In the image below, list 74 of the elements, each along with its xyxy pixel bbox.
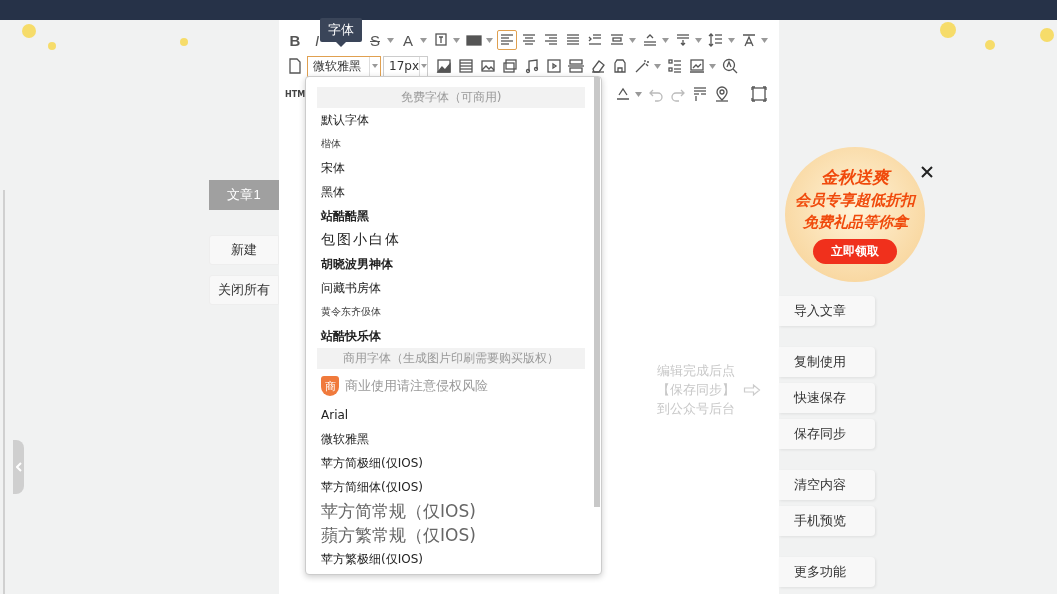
action-button[interactable]: 清空内容 [779, 470, 875, 500]
section-header: 商用字体（生成图片印刷需要购买版权） [317, 348, 585, 369]
bold-button[interactable]: B [285, 30, 305, 50]
strikethrough-button[interactable]: S [365, 30, 385, 50]
caret-icon[interactable] [453, 37, 460, 43]
video-icon[interactable] [544, 56, 564, 76]
font-option[interactable]: 站酷酷黑 [317, 204, 585, 228]
caret-icon[interactable] [372, 64, 378, 68]
font-option[interactable]: Arial [317, 403, 585, 427]
flower-drawing [940, 22, 956, 38]
caret-icon[interactable] [662, 37, 669, 43]
caret-icon[interactable] [420, 37, 427, 43]
close-all-button[interactable]: 关闭所有 [209, 275, 279, 305]
font-option[interactable]: 宋体 [317, 156, 585, 180]
images-icon[interactable] [500, 56, 520, 76]
font-option[interactable]: 默认字体 [317, 108, 585, 132]
action-button[interactable]: 手机预览 [779, 506, 875, 536]
new-button[interactable]: 新建 [209, 235, 279, 265]
picture-frame-icon[interactable] [687, 56, 707, 76]
promo-text: 免费礼品等你拿 [802, 211, 908, 233]
search-text-icon[interactable] [720, 56, 740, 76]
flower-drawing [1040, 28, 1054, 42]
close-icon[interactable] [921, 166, 933, 178]
flower-drawing [48, 42, 56, 50]
tooltip: 字体 [320, 18, 362, 42]
claim-button[interactable]: 立即领取 [813, 238, 897, 264]
chart-icon[interactable] [434, 56, 454, 76]
font-option[interactable]: 蘋方繁常规（仅IOS) [317, 523, 585, 547]
align-left-icon[interactable] [497, 30, 517, 50]
font-select[interactable]: 微软雅黑 [307, 55, 381, 77]
action-button[interactable]: 导入文章 [779, 296, 875, 326]
caret-icon[interactable] [635, 91, 643, 97]
font-option[interactable]: 苹方简细体(仅IOS) [317, 475, 585, 499]
action-button[interactable]: 保存同步 [779, 419, 875, 449]
font-option[interactable]: 苹方简极细(仅IOS) [317, 451, 585, 475]
arrow-right-icon [743, 382, 761, 397]
caret-icon[interactable] [387, 37, 394, 43]
table-icon[interactable] [456, 56, 476, 76]
caret-icon[interactable] [420, 64, 427, 68]
divider-icon[interactable] [566, 56, 586, 76]
font-option[interactable]: 黄令东齐伋体 [317, 300, 585, 324]
action-button[interactable]: 快速保存 [779, 383, 875, 413]
caret-icon[interactable] [654, 63, 661, 69]
caret-icon[interactable] [709, 63, 716, 69]
font-option[interactable]: 包图小白体 [317, 228, 585, 252]
shield-badge-icon: 商 [321, 376, 339, 396]
flower-drawing [22, 24, 36, 38]
action-button[interactable]: 复制使用 [779, 347, 875, 377]
flower-drawing [180, 38, 188, 46]
caret-icon[interactable] [695, 37, 702, 43]
font-option[interactable]: 微软雅黑 [317, 427, 585, 451]
action-button[interactable]: 更多功能 [779, 557, 875, 587]
flower-drawing [985, 40, 995, 50]
caret-icon[interactable] [728, 37, 735, 43]
font-option[interactable]: 楷体 [317, 132, 585, 156]
caret-icon[interactable] [486, 37, 493, 43]
fullscreen-icon[interactable] [749, 84, 769, 104]
font-color-button[interactable]: A [398, 30, 418, 50]
promo-text: 会员专享超低折扣 [795, 189, 915, 211]
chevron-left-icon [15, 462, 22, 472]
caret-icon[interactable] [761, 37, 768, 43]
caret-icon[interactable] [629, 37, 636, 43]
scrollbar-thumb[interactable] [594, 77, 600, 507]
font-option[interactable]: 苹方简常规（仅IOS) [317, 499, 585, 523]
html-label[interactable]: HTM [285, 89, 306, 99]
font-option[interactable]: 苹方繁极细(仅IOS) [317, 547, 585, 571]
font-option[interactable]: 胡晓波男神体 [317, 252, 585, 276]
promo-banner[interactable]: 金秋送爽 会员专享超低折扣 免费礼品等你拿 立即领取 [785, 147, 925, 282]
size-select[interactable]: 17px [383, 55, 428, 77]
font-option[interactable]: 站酷快乐体 [317, 324, 585, 348]
font-option[interactable]: 问藏书房体 [317, 276, 585, 300]
font-option[interactable]: 黑体 [317, 180, 585, 204]
notice-text: 商业使用请注意侵权风险 [345, 377, 488, 395]
section-header: 免费字体（可商用) [317, 87, 585, 108]
